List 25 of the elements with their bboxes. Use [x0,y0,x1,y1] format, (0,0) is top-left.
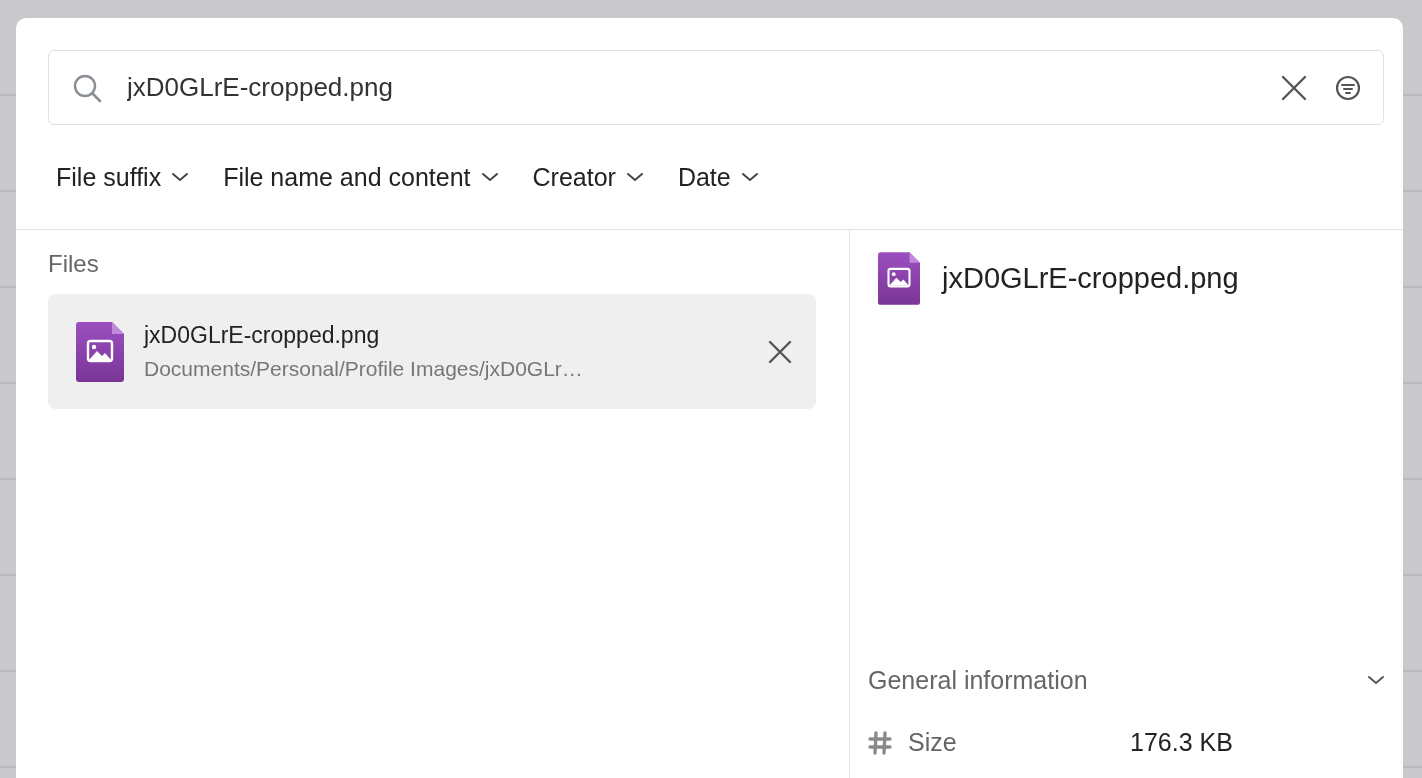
remove-icon[interactable] [768,339,792,364]
preview-file-name: jxD0GLrE-cropped.png [942,262,1239,295]
hash-icon [868,730,892,755]
property-value: 176.3 KB [1130,728,1233,757]
section-title: General information [868,665,1088,695]
property-label: Size [908,728,958,757]
file-path: Documents/Personal/Profile Images/jxD0GLr… [144,357,584,381]
chevron-icon[interactable] [1367,675,1385,685]
clear-icon[interactable] [1281,74,1307,101]
filter-icon[interactable] [1335,74,1361,101]
caret-icon [171,172,190,182]
caret-icon [740,172,759,182]
filter-dropdown[interactable]: Creator [532,162,644,192]
filter-dropdown[interactable]: Date [677,162,759,192]
caret-icon [625,172,644,182]
caret-icon [480,172,499,182]
image-file-icon [76,321,124,382]
file-item[interactable]: jxD0GLrE-cropped.png Documents/Personal/Profile Images/jxD0GLr… [48,294,816,409]
files-heading: Files [48,250,100,278]
image-file-icon [878,252,920,305]
file-name: jxD0GLrE-cropped.png [144,322,381,349]
filter-dropdown[interactable]: File suffix [56,162,190,192]
search-bar[interactable]: jxD0GLrE-cropped.png [48,50,1384,125]
search-field[interactable]: jxD0GLrE-cropped.png [127,72,1253,103]
filter-dropdown[interactable]: File name and content [223,162,499,192]
